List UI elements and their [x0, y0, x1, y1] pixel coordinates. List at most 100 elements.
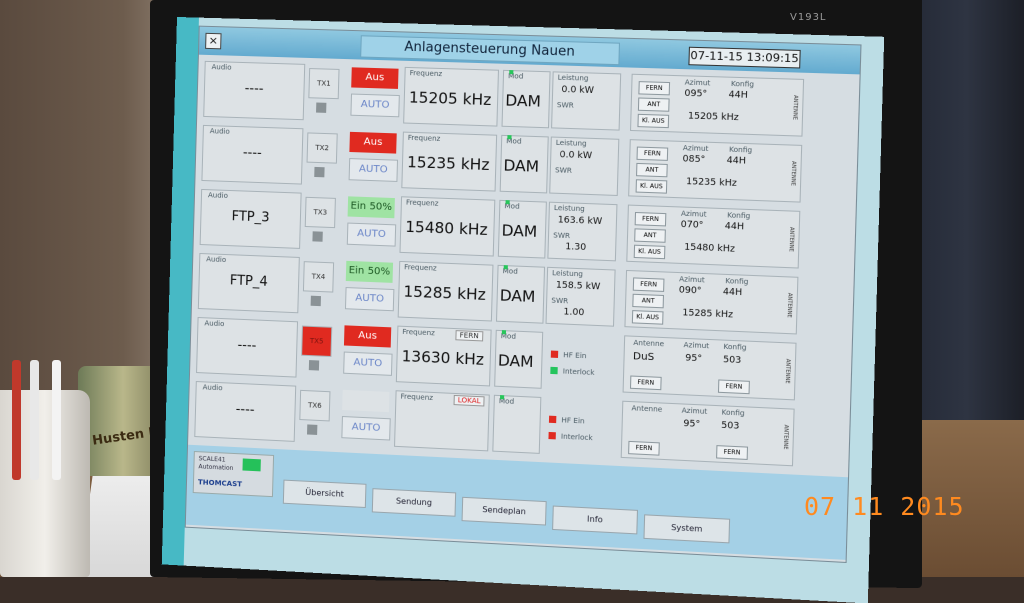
konfig-value: 44H: [726, 155, 747, 167]
auto-button[interactable]: AUTO: [350, 93, 400, 118]
tx-button[interactable]: TX1: [308, 68, 340, 100]
modulation-panel: Mod DAM: [494, 329, 544, 389]
azimut-value: 090°: [678, 285, 702, 297]
swr-label: SWR: [551, 296, 569, 306]
hf-led: [550, 350, 559, 358]
frequency-value: 13630 kHz: [401, 347, 485, 369]
antenna-panel: Antenne DuS FERN Azimut Konfig 95° 503 F…: [622, 335, 797, 401]
antenna-vertical-label: ANTENNE: [791, 95, 799, 120]
konfig-label: Konfig: [725, 276, 749, 287]
audio-source: ----: [244, 81, 264, 97]
fern-button[interactable]: FERN: [638, 81, 671, 96]
interlock-label: Interlock: [562, 367, 595, 377]
tx-status-button[interactable]: Aus: [351, 67, 399, 89]
nav-button[interactable]: System: [643, 514, 731, 544]
fern-button[interactable]: FERN: [634, 211, 667, 227]
kl-aus-button[interactable]: Kl. AUS: [637, 113, 670, 129]
nav-button[interactable]: Sendung: [371, 488, 457, 517]
ant-button[interactable]: ANT: [634, 228, 666, 243]
frequency-panel: Frequenz 15235 kHz: [401, 131, 498, 192]
frequency-label: Frequenz: [402, 327, 436, 338]
modulation-value: DAM: [501, 221, 538, 241]
fern-button[interactable]: FERN: [629, 375, 662, 391]
auto-button[interactable]: AUTO: [343, 351, 393, 376]
auto-button[interactable]: AUTO: [344, 287, 395, 312]
antenna-vertical-label: ANTENNE: [787, 226, 795, 252]
audio-source: ----: [237, 337, 257, 354]
monitor-model: V193L: [790, 12, 827, 23]
audio-panel: Audio FTP_4: [197, 252, 300, 314]
interlock-label: Interlock: [560, 432, 593, 443]
azimut-value: 070°: [680, 219, 704, 231]
fern-button[interactable]: FERN: [636, 146, 669, 161]
antenna-panel: FERN ANT Kl. AUS Azimut Konfig 090° 44H …: [624, 269, 799, 335]
ant-button[interactable]: ANT: [632, 293, 665, 309]
nav-button[interactable]: Übersicht: [282, 479, 367, 509]
nav-button[interactable]: Info: [552, 505, 638, 535]
tx-status-button[interactable]: Ein 50%: [347, 196, 395, 219]
auto-button[interactable]: AUTO: [346, 222, 397, 247]
tx-indicator: [308, 360, 320, 371]
konfig-label: Konfig: [727, 211, 751, 221]
row-status-led: [507, 135, 512, 140]
antenna-vertical-label: ANTENNE: [781, 424, 789, 450]
tx-button[interactable]: TX5: [301, 325, 333, 358]
close-button[interactable]: ×: [205, 32, 222, 50]
modulation-value: DAM: [499, 286, 536, 307]
row-status-led: [501, 330, 507, 335]
tx-button[interactable]: TX6: [299, 389, 331, 422]
antenna-name: DuS: [632, 351, 655, 364]
audio-label: Audio: [209, 127, 230, 136]
ant-button[interactable]: ANT: [636, 162, 668, 178]
tx-button[interactable]: TX3: [304, 196, 336, 229]
tx-status-button[interactable]: Aus: [349, 131, 397, 154]
fern-button[interactable]: FERN: [628, 440, 660, 456]
interlock-led: [550, 366, 558, 375]
modulation-value: DAM: [503, 156, 540, 176]
frequency-panel: Frequenz 15285 kHz: [397, 260, 494, 322]
audio-panel: Audio ----: [194, 381, 297, 442]
tx-button[interactable]: TX4: [302, 261, 335, 293]
tx-status-button[interactable]: Ein 50%: [345, 260, 394, 283]
konfig-value: 44H: [728, 90, 748, 101]
kl-aus-button[interactable]: Kl. AUS: [631, 310, 664, 325]
auto-button[interactable]: AUTO: [348, 158, 399, 182]
modulation-panel: Mod DAM: [497, 199, 547, 259]
audio-label: Audio: [207, 191, 229, 200]
tx-indicator: [316, 102, 327, 113]
power-panel: Leistung 0.0 kW SWR: [549, 136, 620, 196]
konfig-label: Konfig: [728, 145, 753, 155]
frequency-label: Frequenz: [407, 133, 441, 143]
status-line-1: SCALE41: [198, 455, 226, 464]
modulation-panel: Mod DAM: [501, 69, 551, 129]
kl-aus-button[interactable]: Kl. AUS: [635, 179, 668, 194]
modulation-value: DAM: [505, 91, 542, 111]
fern-button-2[interactable]: FERN: [717, 379, 750, 395]
power-value: 0.0 kW: [559, 150, 593, 162]
antenna-frequency: 15480 kHz: [684, 242, 736, 255]
kl-aus-button[interactable]: Kl. AUS: [633, 244, 666, 260]
audio-source: ----: [235, 401, 255, 418]
auto-button[interactable]: AUTO: [341, 415, 391, 441]
nav-button[interactable]: Sendeplan: [461, 496, 547, 526]
frequency-value: 15205 kHz: [408, 88, 492, 110]
hf-label: HF Ein: [563, 351, 587, 361]
monitor-screen: × Anlagensteuerung Nauen 07-11-15 13:09:…: [161, 17, 885, 603]
tx-status-button[interactable]: [342, 389, 390, 413]
konfig-label: Konfig: [721, 408, 745, 418]
antenna-vertical-label: ANTENNE: [789, 160, 797, 186]
azimut-label: Azimut: [680, 209, 707, 219]
tx-status-button[interactable]: Aus: [343, 325, 392, 348]
power-panel: Leistung 163.6 kW SWR 1.30: [547, 201, 618, 262]
frequency-panel: Frequenz 15205 kHz: [403, 66, 499, 127]
azimut-label: Azimut: [684, 78, 711, 88]
status-led: [242, 458, 261, 472]
tx-button[interactable]: TX2: [306, 132, 338, 164]
power-panel: Leistung 0.0 kW SWR: [551, 71, 622, 131]
clock-display: 07-11-15 13:09:15: [688, 46, 801, 69]
fern-button-2[interactable]: FERN: [716, 445, 749, 460]
fern-button[interactable]: FERN: [632, 277, 665, 292]
antenne-label: Antenne: [633, 338, 665, 349]
ant-button[interactable]: ANT: [637, 97, 670, 112]
konfig-label: Konfig: [723, 342, 747, 352]
